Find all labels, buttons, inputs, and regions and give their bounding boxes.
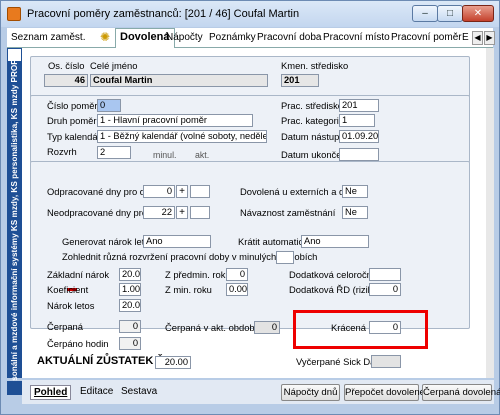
prepocet-dovolene-button[interactable]: Přepočet dovolené [344,384,425,401]
cislo-pomeru-label: Číslo poměru [47,100,103,111]
plus-icon: + [176,206,188,219]
main-window: Pracovní poměry zaměstnanců: [201 / 46] … [0,0,500,415]
zakladni-label: Základní nárok [47,269,110,280]
datum-ukonceni-field[interactable] [339,148,379,161]
tab-editace[interactable]: Editace [80,385,113,400]
highlight-box [293,310,428,349]
cerpano-hodin-label: Čerpáno hodin [47,338,109,349]
app-icon [7,7,21,21]
datum-nastupu-field[interactable]: 01.09.2005 [339,130,379,143]
tab-pracovni-doba[interactable]: Pracovní doba [257,30,322,47]
cele-jmeno-field: Coufal Martin [90,74,268,87]
form-content: Os. číslo 46 Celé jméno Coufal Martin Km… [22,48,486,378]
tab-pracovni-pomer[interactable]: Pracovní poměr [391,30,462,47]
neodprac-minul-field[interactable]: 22 [143,206,175,219]
maximize-button[interactable]: □ [437,5,463,22]
os-cislo-label: Os. číslo [48,60,85,71]
vendor-side-strip: Personální a mzdové informační systémy K… [7,48,22,394]
vendor-text: Personální a mzdové informační systémy K… [10,58,19,394]
koeficient-field[interactable]: 1.000 [119,283,141,296]
tab-bar: Seznam zaměst. ✺ Dovolená Nápočty Poznám… [7,28,495,48]
kmen-label: Kmen. středisko [281,60,349,71]
prac-kat-label: Prac. kategorie [281,115,345,126]
napocty-dnu-button[interactable]: Nápočty dnů [281,384,340,401]
close-button[interactable]: ✕ [462,5,494,22]
tab-seznam[interactable]: Seznam zaměst. [11,30,85,47]
sun-icon: ✺ [100,30,111,44]
minul-label: minul. [153,150,177,160]
z-min-field[interactable]: 0.00 [226,283,248,296]
cerpano-hodin-field: 0 [119,337,141,350]
narok-letos-field[interactable]: 20.00 [119,299,141,312]
zustatek-field: 20.00 [155,356,191,369]
bottom-bar: Pohled Editace Sestava Nápočty dnů Přepo… [22,380,500,404]
generovat-label: Generovat nárok letos [62,236,155,247]
akt-label: akt. [195,150,210,160]
cerpana-akt-field: 0 [254,321,280,334]
navaznost-label: Návaznost zaměstnání [240,207,336,218]
z-min-label: Z min. roku [165,284,212,295]
prac-str-label: Prac. středisko [281,100,343,111]
narok-letos-label: Nárok letos [47,300,95,311]
cerpana-field: 0 [119,320,141,333]
tab-scroll-left-icon[interactable]: ◀ [472,31,483,45]
zakladni-field[interactable]: 20.0 [119,268,141,281]
minimize-button[interactable]: – [412,5,438,22]
dodat-rd-field[interactable]: 0 [369,283,401,296]
dodat-celo-label: Dodatková celoroční [289,269,375,280]
datum-nastupu-label: Datum nástupu [281,131,345,142]
z-predmin-label: Z předmin. roku [165,269,231,280]
cerpana-akt-label: Čerpaná v akt. období [165,322,258,333]
vendor-logo-bottom-icon [7,381,22,395]
generovat-field[interactable]: Ano [143,235,211,248]
dovolena-ext-field[interactable]: Ne [342,185,368,198]
window-title: Pracovní poměry zaměstnanců: [201 / 46] … [27,8,300,20]
odprac-label: Odpracované dny pro dov. [47,186,157,197]
tab-more[interactable]: E [462,30,469,47]
plus-icon: + [176,185,188,198]
tab-pracovni-misto[interactable]: Pracovní místo [323,30,390,47]
rozvrh-field[interactable]: 2 [97,146,131,159]
dodat-rd-label: Dodatková ŘD (rizika) [289,284,381,295]
koeficient-label: Koeficient [47,284,89,295]
title-bar: Pracovní poměry zaměstnanců: [201 / 46] … [1,1,499,27]
z-predmin-field[interactable]: 0 [226,268,248,281]
os-cislo-field: 46 [44,74,88,87]
odprac-minul-field[interactable]: 0 [143,185,175,198]
typ-kal-field[interactable]: 1 - Běžný kalendář (volné soboty, neděle… [97,130,267,143]
prac-str-field[interactable]: 201 [339,99,379,112]
navaznost-field[interactable]: Ne [342,206,368,219]
kmen-field: 201 [281,74,319,87]
neodprac-akt-field[interactable] [190,206,210,219]
tab-scroll-right-icon[interactable]: ▶ [484,31,495,45]
odprac-akt-field[interactable] [190,185,210,198]
rozvrh-label: Rozvrh [47,146,77,157]
druh-field[interactable]: 1 - Hlavní pracovní poměr [97,114,253,127]
dodat-celo-field[interactable] [369,268,401,281]
tab-sestava[interactable]: Sestava [121,385,157,400]
tab-napocty[interactable]: Nápočty [166,30,203,47]
cele-jmeno-label: Celé jméno [90,60,138,71]
sick-field [371,355,401,368]
cislo-pomeru-field[interactable]: 0 [97,99,121,112]
prac-kat-field[interactable]: 1 [339,114,375,127]
zustatek-label: AKTUÁLNÍ ZŮSTATEK ŘD [37,355,173,367]
tab-pohled[interactable]: Pohled [30,385,72,400]
cerpana-dovolena-button[interactable]: Čerpaná dovolená [422,384,500,401]
kratit-field[interactable]: Ano [301,235,369,248]
tab-poznamky[interactable]: Poznámky [209,30,256,47]
zohlednit-field[interactable] [276,251,294,264]
cerpana-label: Čerpaná [47,321,83,332]
vertical-scrollbar[interactable] [486,48,494,378]
